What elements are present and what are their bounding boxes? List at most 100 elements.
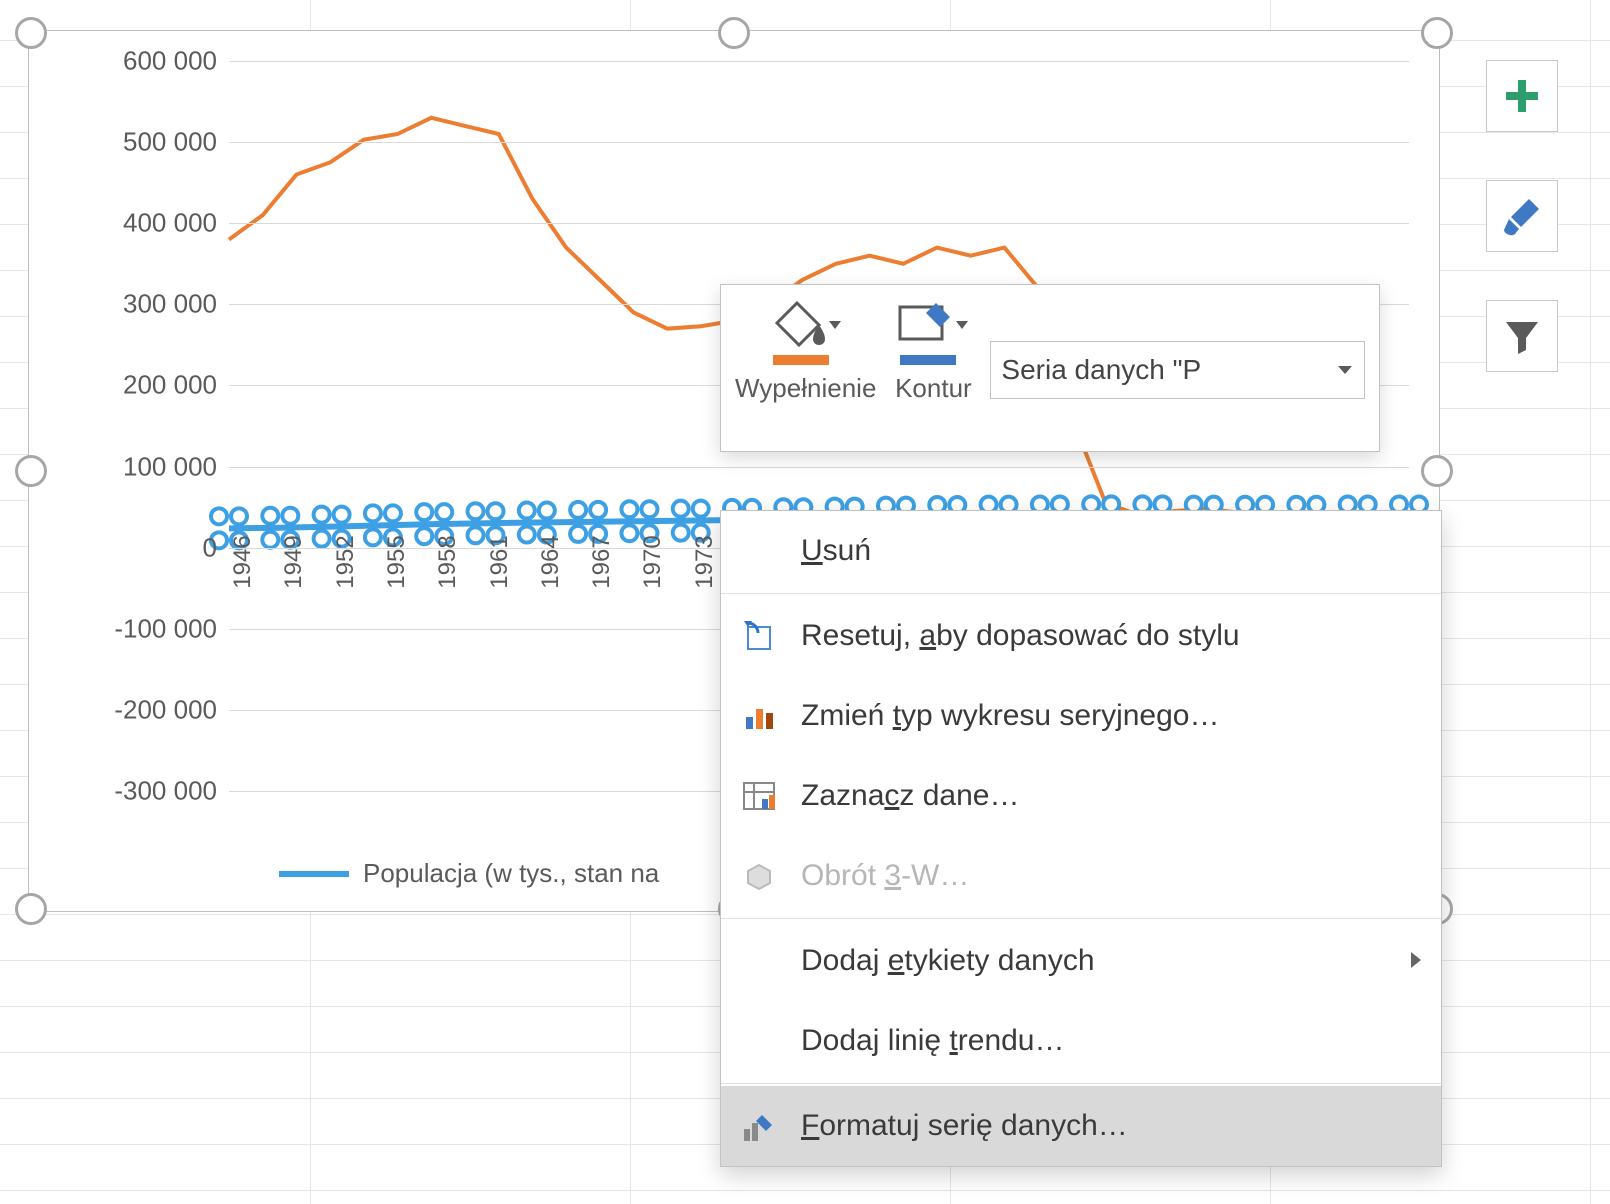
paint-bucket-icon	[767, 297, 845, 367]
menu-item-format[interactable]: Formatuj serię danych…	[721, 1086, 1441, 1166]
menu-item-change-type[interactable]: Zmień typ wykresu seryjnego…	[721, 676, 1441, 756]
outline-dropdown[interactable]: Kontur	[894, 297, 972, 404]
series-marker[interactable]	[570, 526, 586, 542]
chart-type-icon	[739, 699, 779, 733]
y-axis-tick-label: 600 000	[123, 46, 217, 77]
menu-item-delete[interactable]: Usuń	[721, 511, 1441, 591]
y-axis-tick-label: -300 000	[114, 776, 217, 807]
menu-item-label: Usuń	[801, 534, 871, 568]
series-marker[interactable]	[590, 502, 606, 518]
series-marker[interactable]	[282, 508, 298, 524]
x-axis-tick-label: 1952	[332, 535, 360, 588]
menu-item-select-data[interactable]: Zaznacz dane…	[721, 756, 1441, 836]
chart-gridline	[229, 467, 1409, 468]
menu-item-label: Zaznacz dane…	[801, 779, 1019, 813]
legend-label: Populacja (w tys., stan na	[363, 858, 659, 889]
series-marker[interactable]	[262, 508, 278, 524]
series-marker[interactable]	[468, 503, 484, 519]
resize-handle[interactable]	[718, 17, 750, 49]
series-marker[interactable]	[539, 503, 555, 519]
x-axis-tick-label: 1949	[280, 535, 308, 588]
resize-handle[interactable]	[1421, 455, 1453, 487]
chart-legend[interactable]: Populacja (w tys., stan na	[279, 858, 659, 889]
menu-item-rotate3d: Obrót 3-W…	[721, 836, 1441, 916]
series-marker[interactable]	[468, 527, 484, 543]
submenu-arrow-icon	[1409, 944, 1423, 978]
series-marker[interactable]	[621, 501, 637, 517]
y-axis-tick-label: 100 000	[123, 451, 217, 482]
fill-dropdown[interactable]: Wypełnienie	[735, 297, 876, 404]
menu-item-data-labels[interactable]: Dodaj etykiety danych	[721, 921, 1441, 1001]
series-marker[interactable]	[519, 503, 535, 519]
brush-icon	[1501, 195, 1543, 237]
series-marker[interactable]	[334, 507, 350, 523]
plus-icon	[1502, 76, 1542, 116]
chart-series-layer[interactable]	[229, 61, 529, 211]
chart-filter-button[interactable]	[1486, 300, 1558, 372]
menu-item-label: Resetuj, aby dopasować do stylu	[801, 619, 1240, 653]
resize-handle[interactable]	[15, 893, 47, 925]
series-marker[interactable]	[570, 502, 586, 518]
series-marker[interactable]	[365, 505, 381, 521]
menu-item-label: Formatuj serię danych…	[801, 1109, 1128, 1143]
y-axis-tick-label: -100 000	[114, 613, 217, 644]
series-marker[interactable]	[416, 528, 432, 544]
series-marker[interactable]	[673, 525, 689, 541]
y-axis-tick-label: -200 000	[114, 694, 217, 725]
x-axis-tick-label: 1964	[537, 535, 565, 588]
x-axis-tick-label: 1967	[588, 535, 616, 588]
select-data-icon	[739, 779, 779, 813]
series-marker[interactable]	[211, 508, 227, 524]
series-marker[interactable]	[262, 532, 278, 548]
fill-label: Wypełnienie	[735, 373, 876, 404]
series-marker[interactable]	[385, 505, 401, 521]
series-marker[interactable]	[436, 504, 452, 520]
series-marker[interactable]	[231, 508, 247, 524]
cube-icon	[739, 861, 779, 891]
chart-gridline	[229, 61, 1409, 62]
series-marker[interactable]	[314, 531, 330, 547]
series-context-menu[interactable]: Usuń Resetuj, aby dopasować do stylu Zmień…	[720, 510, 1442, 1167]
series-marker[interactable]	[416, 504, 432, 520]
x-axis-tick-label: 1955	[383, 535, 411, 588]
outline-pen-icon	[894, 297, 972, 367]
series-marker[interactable]	[519, 527, 535, 543]
series-marker[interactable]	[488, 503, 504, 519]
x-axis-tick-label: 1961	[486, 535, 514, 588]
y-axis-tick-label: 500 000	[123, 127, 217, 158]
chevron-down-icon	[1336, 354, 1354, 386]
x-axis-tick-label: 1946	[229, 535, 257, 588]
resize-handle[interactable]	[15, 17, 47, 49]
x-axis-tick-label: 1973	[691, 535, 719, 588]
series-marker[interactable]	[641, 501, 657, 517]
x-axis-tick-label: 1970	[639, 535, 667, 588]
y-axis-tick-label: 300 000	[123, 289, 217, 320]
funnel-icon	[1502, 316, 1542, 356]
series-marker[interactable]	[314, 507, 330, 523]
series-marker[interactable]	[673, 501, 689, 517]
format-icon	[739, 1109, 779, 1143]
menu-item-trendline[interactable]: Dodaj linię trendu…	[721, 1001, 1441, 1081]
menu-item-reset[interactable]: Resetuj, aby dopasować do stylu	[721, 596, 1441, 676]
series-selector-dropdown[interactable]: Seria danych "P	[990, 341, 1365, 399]
chart-styles-button[interactable]	[1486, 180, 1558, 252]
legend-swatch-icon	[279, 871, 349, 877]
reset-icon	[739, 619, 779, 653]
series-marker[interactable]	[621, 525, 637, 541]
y-axis-tick-label: 200 000	[123, 370, 217, 401]
chart-gridline	[229, 142, 1409, 143]
menu-item-label: Dodaj etykiety danych	[801, 944, 1095, 978]
menu-item-label: Obrót 3-W…	[801, 859, 969, 893]
resize-handle[interactable]	[1421, 17, 1453, 49]
resize-handle[interactable]	[15, 455, 47, 487]
series-selector-text: Seria danych "P	[1001, 354, 1201, 386]
series-marker[interactable]	[693, 501, 709, 517]
x-axis-tick-label: 1958	[434, 535, 462, 588]
series-marker[interactable]	[365, 529, 381, 545]
chart-add-element-button[interactable]	[1486, 60, 1558, 132]
outline-label: Kontur	[895, 373, 972, 404]
mini-toolbar[interactable]: Wypełnienie Kontur Seria danych "P	[720, 284, 1380, 452]
menu-item-label: Zmień typ wykresu seryjnego…	[801, 699, 1220, 733]
chart-gridline	[229, 223, 1409, 224]
y-axis-tick-label: 0	[203, 532, 217, 563]
